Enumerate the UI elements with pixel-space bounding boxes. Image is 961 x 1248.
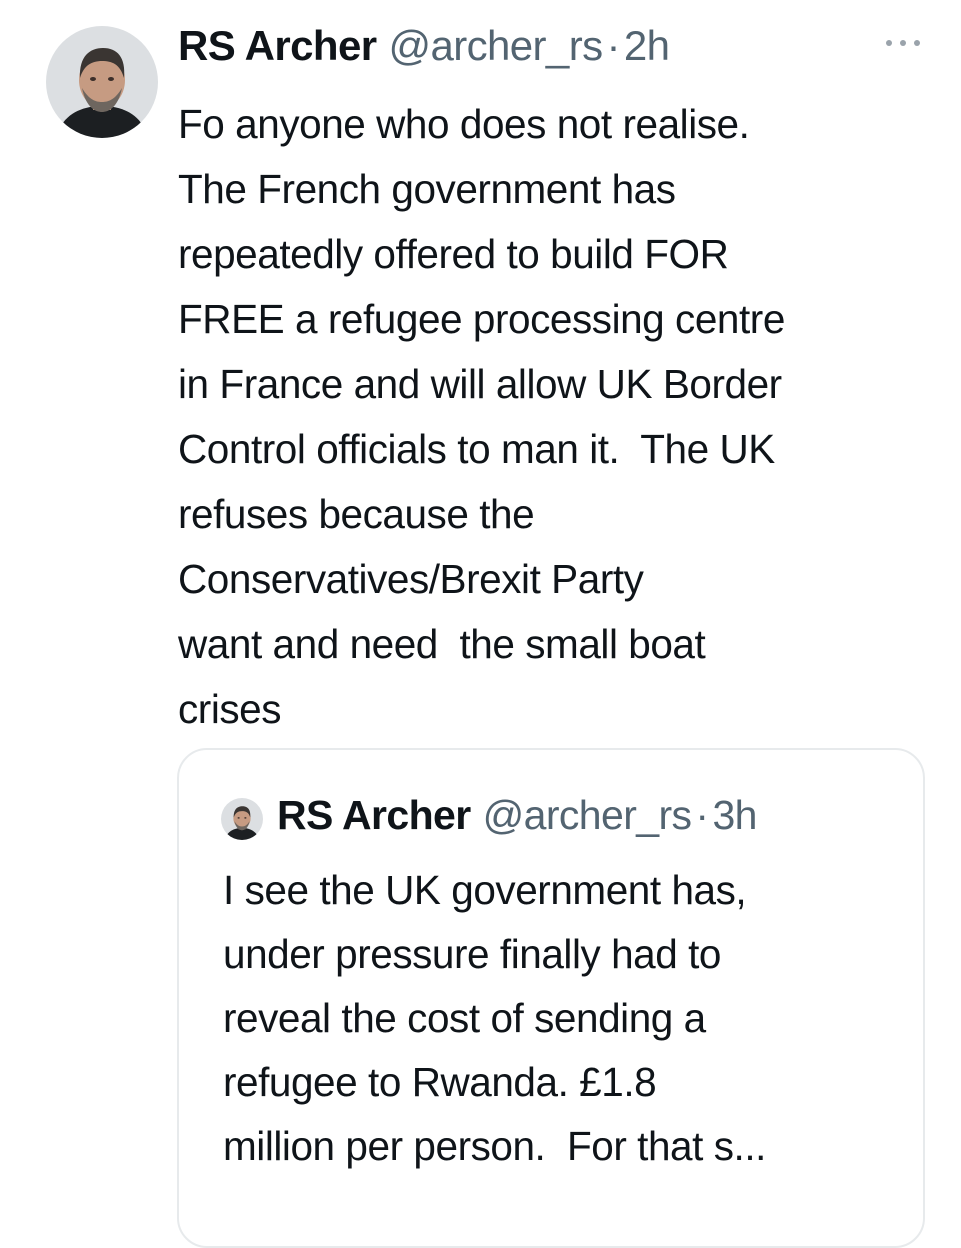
tweet-text: Fo anyone who does not realise. The Fren… <box>178 101 785 732</box>
avatar-photo-icon <box>221 798 263 840</box>
author-name[interactable]: RS Archer <box>178 22 377 70</box>
separator-dot: · <box>695 792 709 838</box>
author-handle[interactable]: @archer_rs <box>388 22 603 70</box>
tweet-timestamp[interactable]: 2h <box>624 22 670 70</box>
quoted-tweet-card[interactable]: RS Archer @archer_rs · 3h I see the UK g… <box>177 748 925 1248</box>
more-dot <box>900 40 906 46</box>
quoted-tweet-text: I see the UK government has, under press… <box>223 867 766 1169</box>
more-options-icon[interactable] <box>886 36 920 50</box>
quoted-author-name: RS Archer <box>277 792 471 838</box>
separator-dot: · <box>606 22 620 69</box>
author-avatar[interactable] <box>46 26 158 138</box>
more-dot <box>886 40 892 46</box>
quoted-author-avatar[interactable] <box>221 798 263 840</box>
quoted-author-handle: @archer_rs <box>482 792 692 838</box>
avatar-photo-icon <box>46 26 158 138</box>
tweet-header: RS Archer @archer_rs · 2h <box>178 22 670 78</box>
quoted-tweet-header: RS Archer @archer_rs · 3h <box>277 792 757 844</box>
more-dot <box>914 40 920 46</box>
quoted-tweet-timestamp: 3h <box>712 792 757 838</box>
